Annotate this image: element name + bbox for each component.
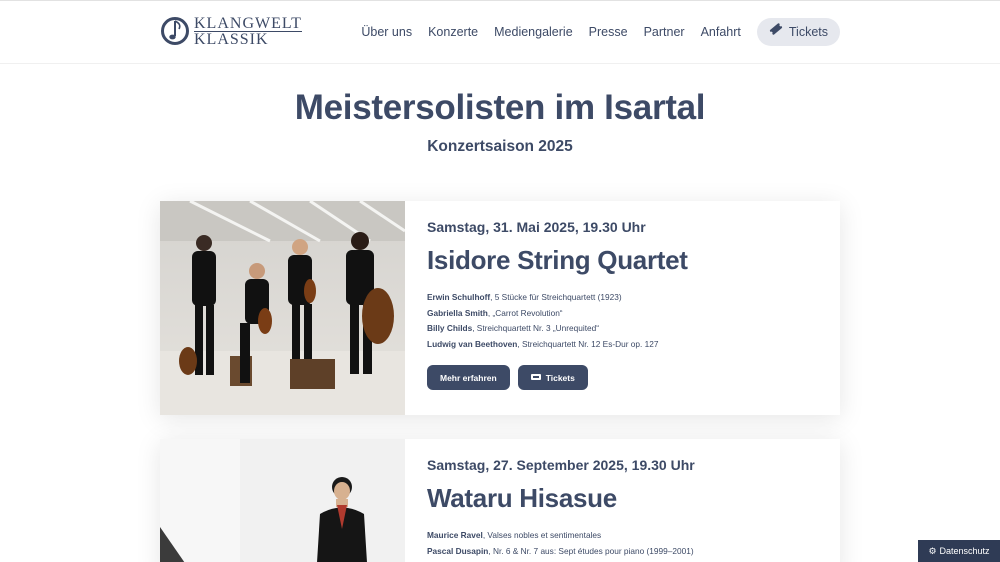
concert-program: Erwin Schulhoff, 5 Stücke für Streichqua… — [427, 290, 824, 352]
program-work: , Valses nobles et sentimentales — [482, 530, 602, 540]
logo[interactable]: KLANGWELT KLASSIK — [160, 13, 302, 49]
privacy-label: Datenschutz — [939, 546, 990, 556]
ticket-icon — [769, 18, 783, 46]
concert-card: Samstag, 31. Mai 2025, 19.30 Uhr Isidore… — [160, 201, 840, 415]
nav-item-presse[interactable]: Presse — [581, 18, 636, 46]
nav-item-anfahrt[interactable]: Anfahrt — [693, 18, 749, 46]
concert-program: Maurice Ravel, Valses nobles et sentimen… — [427, 528, 824, 559]
program-work: , Streichquartett Nr. 12 Es-Dur op. 127 — [517, 338, 659, 349]
more-info-button[interactable]: Mehr erfahren — [427, 365, 510, 391]
nav-item-partner[interactable]: Partner — [636, 18, 693, 46]
main-nav: Über uns Konzerte Mediengalerie Presse P… — [353, 18, 840, 46]
nav-tickets-label: Tickets — [788, 25, 828, 39]
program-work: , Nr. 6 & Nr. 7 aus: Sept études pour pi… — [488, 545, 694, 556]
site-header: KLANGWELT KLASSIK Über uns Konzerte Medi… — [0, 0, 1000, 64]
program-composer: Billy Childs — [427, 323, 473, 334]
privacy-settings-button[interactable]: ⚙ Datenschutz — [918, 540, 1000, 562]
program-composer: Ludwig van Beethoven — [427, 338, 518, 349]
program-composer: Maurice Ravel — [427, 530, 483, 540]
program-item: Erwin Schulhoff, 5 Stücke für Streichqua… — [427, 290, 824, 306]
concert-date: Samstag, 27. September 2025, 19.30 Uhr — [427, 457, 695, 473]
program-composer: Pascal Dusapin — [427, 545, 489, 556]
concert-tickets-label: Tickets — [545, 372, 575, 383]
program-item: Maurice Ravel, Valses nobles et sentimen… — [427, 528, 824, 544]
page-title: Meistersolisten im Isartal — [294, 88, 706, 127]
concert-details: Samstag, 27. September 2025, 19.30 Uhr W… — [427, 439, 824, 559]
concert-details: Samstag, 31. Mai 2025, 19.30 Uhr Isidore… — [427, 201, 824, 391]
nav-item-mediengalerie[interactable]: Mediengalerie — [486, 18, 581, 46]
program-work: , Streichquartett Nr. 3 „Unrequited“ — [472, 323, 600, 334]
program-composer: Gabriella Smith — [427, 307, 488, 318]
program-work: , 5 Stücke für Streichquartett (1923) — [490, 292, 622, 302]
ticket-icon — [530, 373, 541, 383]
program-composer: Erwin Schulhoff — [427, 292, 491, 302]
program-item: Ludwig van Beethoven, Streichquartett Nr… — [427, 337, 824, 353]
concert-photo-pianist — [160, 439, 405, 562]
program-item: Gabriella Smith, „Carrot Revolution“ — [427, 306, 824, 322]
concert-title: Isidore String Quartet — [427, 245, 688, 275]
page-subtitle: Konzertsaison 2025 — [427, 138, 573, 155]
concert-title: Wataru Hisasue — [427, 483, 617, 513]
nav-item-ueber-uns[interactable]: Über uns — [353, 18, 420, 46]
logo-line2: KLASSIK — [194, 30, 302, 47]
concert-actions: Mehr erfahren Tickets — [427, 365, 824, 391]
concert-card: Samstag, 27. September 2025, 19.30 Uhr W… — [160, 439, 840, 562]
nav-tickets-button[interactable]: Tickets — [756, 18, 840, 46]
program-item: Billy Childs, Streichquartett Nr. 3 „Unr… — [427, 321, 824, 337]
logo-mark-icon — [160, 16, 190, 46]
nav-item-konzerte[interactable]: Konzerte — [420, 18, 486, 46]
concert-date: Samstag, 31. Mai 2025, 19.30 Uhr — [427, 219, 646, 235]
program-item: Pascal Dusapin, Nr. 6 & Nr. 7 aus: Sept … — [427, 544, 824, 560]
concert-tickets-button[interactable]: Tickets — [517, 365, 588, 391]
logo-line1: KLANGWELT — [194, 14, 302, 32]
gear-icon: ⚙ — [928, 545, 937, 556]
logo-text: KLANGWELT KLASSIK — [194, 14, 302, 47]
program-work: , „Carrot Revolution“ — [487, 307, 563, 318]
concert-photo-quartet — [160, 201, 405, 415]
